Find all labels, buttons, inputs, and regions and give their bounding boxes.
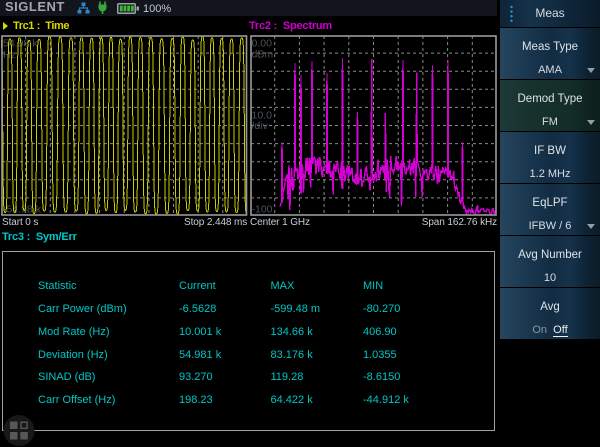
svg-text:Hz: Hz [3, 49, 16, 61]
svg-text:/div: /div [252, 120, 269, 132]
svg-text:dBm: dBm [252, 49, 274, 61]
svg-text:-100: -100 [252, 204, 273, 216]
